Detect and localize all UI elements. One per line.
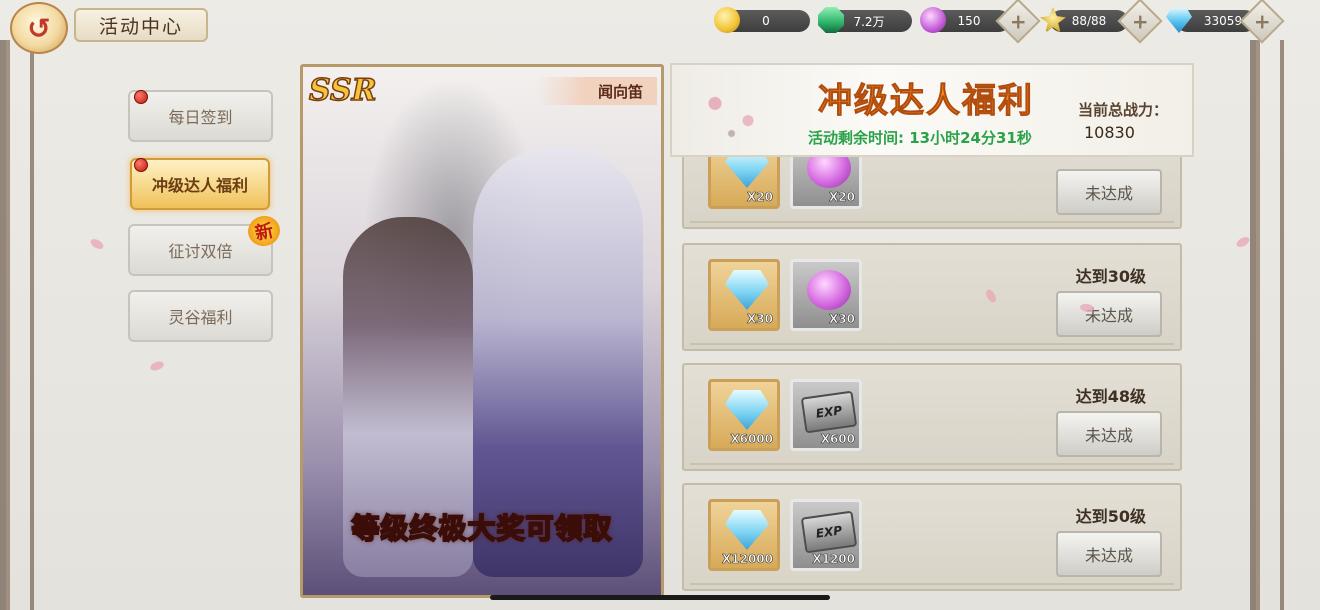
gold-value: 0 <box>762 14 770 28</box>
plum-branch-decoration <box>682 69 792 155</box>
hero-name: 闻向笛 <box>537 77 657 105</box>
sidebar-item-level-rewards[interactable]: 冲级达人福利 <box>130 158 270 210</box>
reward-row: X12000 EXP X1200 达到50级 未达成 <box>682 483 1182 591</box>
petal-decoration <box>88 237 106 251</box>
diamond-icon <box>725 270 769 310</box>
reward-item[interactable]: X12000 <box>708 499 780 571</box>
level-requirement: 达到30级 <box>1075 267 1146 286</box>
reward-list[interactable]: X20 X20 未达成 X30 X30 达到30级 未达成 X6000 EXP … <box>670 157 1194 598</box>
diamond-icon <box>725 510 769 550</box>
event-timer: 活动剩余时间: 13小时24分31秒 <box>808 129 1032 147</box>
plus-icon: + <box>1009 8 1027 33</box>
reward-item[interactable]: X30 <box>708 259 780 331</box>
sidebar-item-daily-signin[interactable]: 每日签到 <box>128 90 273 142</box>
petal-decoration <box>1234 235 1252 249</box>
item-count: X30 <box>829 312 856 327</box>
item-count: X6000 <box>730 432 773 447</box>
gold-coin-icon <box>714 7 740 33</box>
add-stamina-button[interactable]: + <box>1117 0 1163 44</box>
sidebar-item-label: 征讨双倍 <box>168 242 233 261</box>
sidebar-item-label: 灵谷福利 <box>168 308 233 327</box>
diamond-value: 33059 <box>1203 14 1243 28</box>
home-indicator <box>490 595 830 600</box>
jade-value: 7.2万 <box>853 14 885 29</box>
power-value: 10830 <box>1084 123 1135 142</box>
reward-item[interactable]: X30 <box>790 259 862 331</box>
green-gem-icon <box>818 7 844 33</box>
claim-button[interactable]: 未达成 <box>1056 531 1162 577</box>
top-bar: ↺ 活动中心 0 7.2万 150 + 88/88 + 33059 + <box>0 0 1320 54</box>
petal-decoration <box>149 359 165 373</box>
claim-button[interactable]: 未达成 <box>1056 169 1162 215</box>
item-count: X30 <box>747 312 774 327</box>
vip-exp-card-icon: EXP <box>800 510 858 554</box>
purple-orb-icon <box>920 7 946 33</box>
purple-orb-icon <box>807 157 851 188</box>
reward-item[interactable]: X20 <box>708 157 780 209</box>
reward-row: X30 X30 达到30级 未达成 <box>682 243 1182 351</box>
add-diamond-button[interactable]: + <box>1239 0 1285 44</box>
stamina-counter: 88/88 <box>1050 10 1128 32</box>
back-button[interactable]: ↺ <box>10 2 68 54</box>
left-wood-frame <box>0 40 70 610</box>
plus-icon: + <box>1131 8 1149 33</box>
vip-exp-card-icon: EXP <box>800 390 858 434</box>
reward-item[interactable]: EXP X1200 <box>790 499 862 571</box>
item-count: X20 <box>829 190 856 205</box>
item-count: X20 <box>747 190 774 205</box>
notification-dot <box>134 158 148 172</box>
level-requirement: 达到48级 <box>1075 387 1146 406</box>
right-wood-frame <box>1250 40 1320 610</box>
item-count: X600 <box>820 432 855 447</box>
purple-orb-icon <box>807 270 851 310</box>
item-count: X1200 <box>812 552 855 567</box>
stamina-value: 88/88 <box>1071 14 1107 28</box>
claim-button[interactable]: 未达成 <box>1056 411 1162 457</box>
claim-button[interactable]: 未达成 <box>1056 291 1162 337</box>
plus-icon: + <box>1253 8 1271 33</box>
add-orb-button[interactable]: + <box>995 0 1041 44</box>
event-title: 冲级达人福利 <box>818 81 1034 122</box>
power-label: 当前总战力： <box>1078 101 1169 119</box>
hero-card: SSR 闻向笛 等级终极大奖可领取 <box>300 64 664 598</box>
level-requirement: 达到50级 <box>1075 507 1146 526</box>
reward-item[interactable]: EXP X600 <box>790 379 862 451</box>
hero-caption: 等级终极大奖可领取 <box>350 511 613 546</box>
diamond-icon <box>725 390 769 430</box>
notification-dot <box>134 90 148 104</box>
reward-row: X20 X20 未达成 <box>682 157 1182 229</box>
rarity-badge: SSR <box>308 72 377 109</box>
sidebar-item-label: 每日签到 <box>168 108 233 127</box>
reward-item[interactable]: X6000 <box>708 379 780 451</box>
orb-value: 150 <box>957 14 981 28</box>
reward-row: X6000 EXP X600 达到48级 未达成 <box>682 363 1182 471</box>
back-arrow-icon: ↺ <box>27 11 51 45</box>
diamond-icon <box>725 157 769 188</box>
page-title: 活动中心 <box>74 8 208 42</box>
reward-item[interactable]: X20 <box>790 157 862 209</box>
event-banner: 冲级达人福利 活动剩余时间: 13小时24分31秒 当前总战力： 10830 <box>670 63 1194 157</box>
sidebar-item-valley-rewards[interactable]: 灵谷福利 <box>128 290 273 342</box>
sidebar-item-label: 冲级达人福利 <box>151 176 248 195</box>
item-count: X12000 <box>722 552 774 567</box>
